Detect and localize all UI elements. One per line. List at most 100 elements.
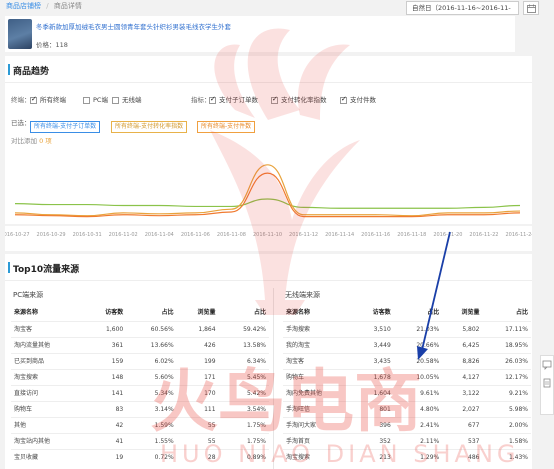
wireless-table-row[interactable]: 手淘问大家 396 2.41% 677 2.00% <box>283 416 531 433</box>
wireless-col-header: 浏览量 <box>461 309 480 317</box>
pc-cell: 3.14% <box>126 400 177 417</box>
x-tick-label: 2016-10-27 <box>5 232 30 238</box>
wireless-cell: 213 <box>353 448 394 465</box>
wireless-source-heading: 无线端来源 <box>285 291 320 299</box>
wireless-cell: 6,425 <box>442 336 483 353</box>
terminal-wireless-checkbox[interactable]: 无线端 <box>112 94 142 104</box>
wireless-source-name: 淘宝客 <box>283 352 354 369</box>
pc-col-header: 访客数 <box>105 309 124 317</box>
selected-tag-items[interactable]: 所有终端-支付件数 <box>197 121 256 133</box>
wireless-cell: 2.00% <box>482 416 531 433</box>
wireless-cell: 1.58% <box>482 432 531 449</box>
calendar-button[interactable] <box>523 1 539 15</box>
product-price: 价格：118 <box>36 41 68 49</box>
pc-cell: 5.42% <box>218 384 269 401</box>
wireless-table-row[interactable]: 购物车 1,678 10.05% 4,127 12.17% <box>283 368 531 385</box>
feedback-icon[interactable] <box>542 360 552 370</box>
pc-cell: 1.59% <box>126 416 177 433</box>
wireless-table-row[interactable]: 手淘旺信 801 4.80% 2,027 5.98% <box>283 400 531 417</box>
pc-source-name: 淘宝客 <box>11 320 85 337</box>
metric-orders-checkbox[interactable]: 支付子订单数 <box>209 94 258 104</box>
pc-table-row[interactable]: 淘宝站内其他 41 1.55% 55 1.75% <box>11 432 269 449</box>
pc-cell: 159 <box>84 352 127 369</box>
pc-table-row[interactable]: 淘宝搜索 148 5.60% 171 5.45% <box>11 368 269 385</box>
product-title-link[interactable]: 冬季新款加厚加绒毛衣男士圆领青年套头针织衫男装毛线衣学生外套 <box>36 21 231 31</box>
pc-table-row[interactable]: 宝贝收藏 19 0.72% 28 0.89% <box>11 448 269 465</box>
pc-col-header: 占比 <box>161 309 174 317</box>
pc-cell: 6.02% <box>126 352 177 369</box>
selected-tag-orders[interactable]: 所有终端-支付子订单数 <box>30 121 101 133</box>
wireless-cell: 18.95% <box>482 336 531 353</box>
pc-source-name: 淘内流量其他 <box>11 336 85 353</box>
trend-line-chart: 2016-10-27 2016-10-29 2016-10-31 2016-11-02… <box>5 164 532 238</box>
x-tick-label: 2016-11-18 <box>397 232 426 238</box>
wireless-source-name: 淘内免费其他 <box>283 384 354 401</box>
x-tick-label: 2016-11-04 <box>145 232 174 238</box>
x-tick-label: 2016-11-06 <box>181 232 210 238</box>
pc-cell: 13.66% <box>126 336 177 353</box>
x-tick-label: 2016-11-16 <box>361 232 390 238</box>
wireless-cell: 1,678 <box>353 368 394 385</box>
document-icon[interactable] <box>542 378 552 388</box>
wireless-source-name: 淘宝搜索 <box>283 448 354 465</box>
pc-table-row[interactable]: 购物车 83 3.14% 111 3.54% <box>11 400 269 417</box>
date-range-selector[interactable]: 自然日（2016-11-16~2016-11-16） <box>406 1 519 24</box>
pc-cell: 199 <box>176 352 219 369</box>
wireless-cell: 5.98% <box>482 400 531 417</box>
wireless-table-row[interactable]: 淘宝搜索 213 1.29% 486 1.43% <box>283 448 531 465</box>
trend-title: 商品趋势 <box>7 64 49 77</box>
pc-table-row[interactable]: 已买到商品 159 6.02% 199 6.34% <box>11 352 269 369</box>
series-line-0 <box>14 198 521 209</box>
pc-cell: 55 <box>176 416 219 433</box>
wireless-cell: 9.61% <box>393 384 443 401</box>
wireless-cell: 8,826 <box>442 352 483 369</box>
pc-cell: 5.45% <box>218 368 269 385</box>
wireless-cell: 21.03% <box>393 320 443 337</box>
wireless-cell: 5,802 <box>442 320 483 337</box>
compare-count: 0 项 <box>39 137 52 145</box>
trend-panel: 商品趋势 终端： 所有终端 PC端 无线端 指标： 支付子订单数 支付转化率指数… <box>5 56 532 251</box>
pc-cell: 83 <box>84 400 127 417</box>
wireless-cell: 3,449 <box>353 336 394 353</box>
x-tick-label: 2016-11-08 <box>217 232 246 238</box>
compare-add-link[interactable]: 对比添加 0 项 <box>11 135 52 145</box>
pc-source-name: 淘宝搜索 <box>11 368 85 385</box>
wireless-cell: 1.43% <box>482 448 531 465</box>
pc-cell: 5.60% <box>126 368 177 385</box>
pc-source-name: 其他 <box>11 416 85 433</box>
metric-items-checkbox[interactable]: 支付件数 <box>340 94 376 104</box>
pc-cell: 60.56% <box>126 320 177 337</box>
metric-conversion-checkbox[interactable]: 支付转化率指数 <box>271 94 327 104</box>
wireless-cell: 9.21% <box>482 384 531 401</box>
pc-table-row[interactable]: 直接访问 141 5.34% 170 5.42% <box>11 384 269 401</box>
pc-cell: 59.42% <box>218 320 269 337</box>
wireless-table-row[interactable]: 淘内免费其他 1,604 9.61% 3,122 9.21% <box>283 384 531 401</box>
wireless-cell: 801 <box>353 400 394 417</box>
x-tick-label: 2016-11-24 <box>505 232 532 238</box>
wireless-cell: 486 <box>442 448 483 465</box>
breadcrumb-home-link[interactable]: 商品店铺榜 <box>6 2 41 10</box>
pc-cell: 361 <box>84 336 127 353</box>
pc-source-name: 淘宝站内其他 <box>11 432 85 449</box>
wireless-cell: 20.66% <box>393 336 443 353</box>
pc-table-row[interactable]: 淘宝客 1,600 60.56% 1,864 59.42% <box>11 320 269 337</box>
product-card: 冬季新款加厚加绒毛衣男士圆领青年套头针织衫男装毛线衣学生外套 价格：118 <box>5 16 515 52</box>
pc-table-row[interactable]: 其他 42 1.59% 55 1.75% <box>11 416 269 433</box>
wireless-cell: 3,435 <box>353 352 394 369</box>
wireless-table-row[interactable]: 淘宝客 3,435 20.58% 8,826 26.03% <box>283 352 531 369</box>
selected-tag-conversion[interactable]: 所有终端-支付转化率指数 <box>111 121 188 133</box>
wireless-table-row[interactable]: 手淘首页 352 2.11% 537 1.58% <box>283 432 531 449</box>
terminal-pc-checkbox[interactable]: PC端 <box>83 94 108 104</box>
pc-source-name: 已买到商品 <box>11 352 85 369</box>
wireless-cell: 1.29% <box>393 448 443 465</box>
side-toolbar <box>540 355 554 415</box>
x-tick-label: 2016-10-29 <box>37 232 66 238</box>
terminal-all-checkbox[interactable]: 所有终端 <box>30 94 66 104</box>
wireless-table-row[interactable]: 我的淘宝 3,449 20.66% 6,425 18.95% <box>283 336 531 353</box>
pc-cell: 141 <box>84 384 127 401</box>
product-thumbnail[interactable] <box>8 19 32 49</box>
wireless-cell: 26.03% <box>482 352 531 369</box>
wireless-table-row[interactable]: 手淘搜索 3,510 21.03% 5,802 17.11% <box>283 320 531 337</box>
pc-table-row[interactable]: 淘内流量其他 361 13.66% 426 13.58% <box>11 336 269 353</box>
wireless-cell: 2,027 <box>442 400 483 417</box>
